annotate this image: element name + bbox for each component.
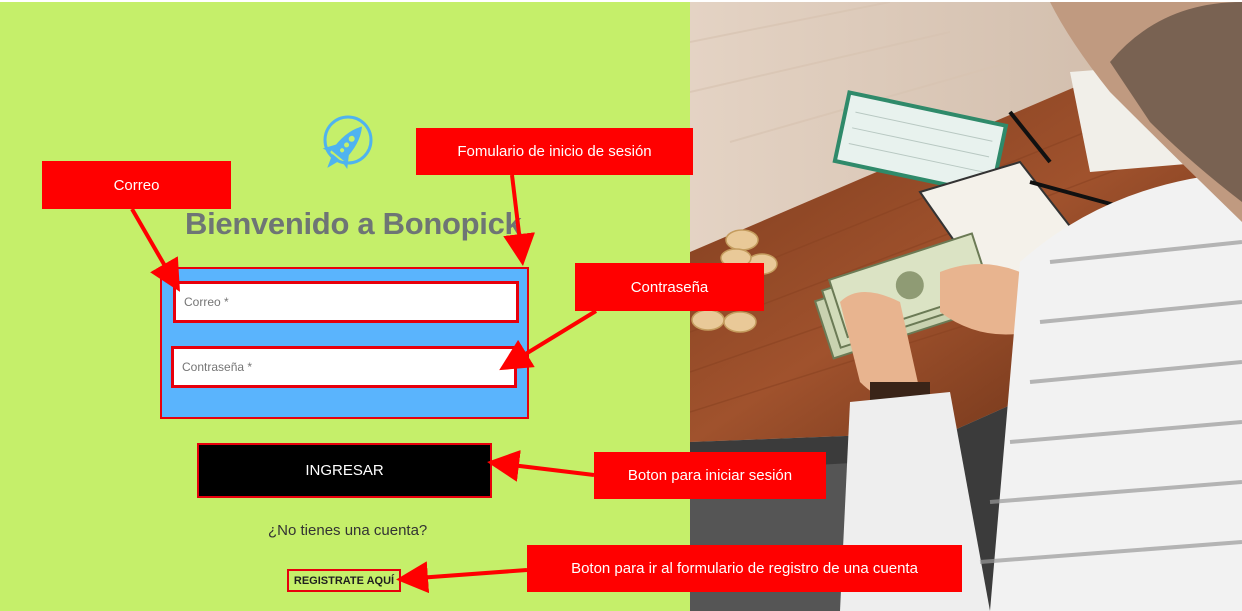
email-placeholder: Correo * bbox=[184, 295, 229, 309]
annotation-form: Fomulario de inicio de sesión bbox=[416, 128, 693, 175]
email-field[interactable]: Correo * bbox=[173, 281, 519, 323]
page-title: Bienvenido a Bonopick bbox=[185, 206, 522, 241]
annotation-email: Correo bbox=[42, 161, 231, 209]
password-field[interactable]: Contraseña * bbox=[171, 346, 517, 388]
login-button[interactable]: INGRESAR bbox=[197, 443, 492, 498]
password-placeholder: Contraseña * bbox=[182, 360, 253, 374]
annotation-password: Contraseña bbox=[575, 263, 764, 311]
hero-photo bbox=[690, 2, 1242, 611]
register-button[interactable]: REGISTRATE AQUÍ bbox=[287, 569, 401, 592]
rocket-icon bbox=[314, 114, 374, 180]
no-account-text: ¿No tienes una cuenta? bbox=[268, 522, 428, 539]
annotation-register-button: Boton para ir al formulario de registro … bbox=[527, 545, 962, 592]
annotation-login-button: Boton para iniciar sesión bbox=[594, 452, 826, 499]
